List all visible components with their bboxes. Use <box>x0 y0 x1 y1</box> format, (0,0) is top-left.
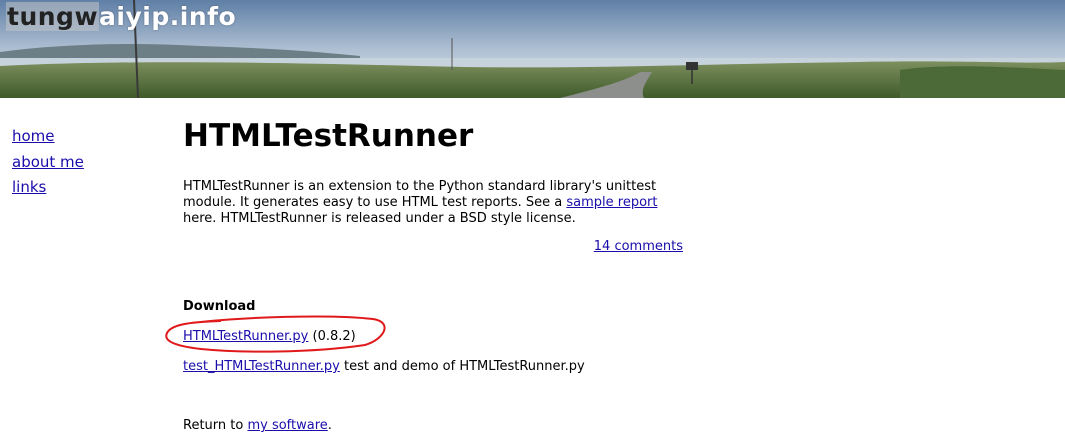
download-row-test: test_HTMLTestRunner.py test and demo of … <box>183 359 683 375</box>
intro-text-2: here. HTMLTestRunner is released under a… <box>183 211 576 226</box>
test-htmltestrunner-download-link[interactable]: test_HTMLTestRunner.py <box>183 359 340 374</box>
my-software-link[interactable]: my software <box>247 418 327 433</box>
return-period: . <box>327 418 332 433</box>
download-version: (0.8.2) <box>308 329 356 344</box>
site-title-part-2: aiyip.info <box>99 2 237 31</box>
return-row: Return to my software. <box>183 418 683 434</box>
nav-link-about-me[interactable]: about me <box>12 150 84 176</box>
download-row-htmltestrunner: HTMLTestRunner.py (0.8.2) <box>165 315 683 353</box>
htmltestrunner-download-link[interactable]: HTMLTestRunner.py <box>183 329 308 344</box>
sample-report-link[interactable]: sample report <box>566 195 657 210</box>
site-title-part-1: tungw <box>6 2 100 31</box>
comments-link[interactable]: 14 comments <box>594 239 683 254</box>
return-text: Return to <box>183 418 248 433</box>
comments-row: 14 comments <box>183 239 683 255</box>
download-heading: Download <box>183 299 256 314</box>
sidebar-nav: home about me links <box>12 124 84 201</box>
page-title: HTMLTestRunner <box>183 118 474 154</box>
nav-link-links[interactable]: links <box>12 175 84 201</box>
intro-paragraph: HTMLTestRunner is an extension to the Py… <box>183 179 683 227</box>
main-content: HTMLTestRunner HTMLTestRunner is an exte… <box>165 113 683 434</box>
test-download-description: test and demo of HTMLTestRunner.py <box>339 359 585 374</box>
site-title[interactable]: tungwaiyip.info <box>6 1 236 33</box>
nav-link-home[interactable]: home <box>12 124 84 150</box>
header-banner: tungwaiyip.info <box>0 0 1065 98</box>
